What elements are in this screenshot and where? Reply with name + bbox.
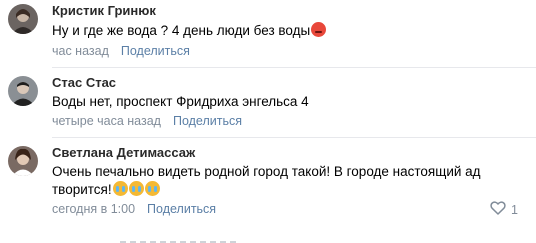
comment-text-line2-body: творится! bbox=[52, 182, 112, 197]
avatar[interactable] bbox=[8, 146, 38, 176]
avatar[interactable] bbox=[8, 76, 38, 106]
timestamp[interactable]: час назад bbox=[52, 44, 109, 58]
crying-face-icon bbox=[128, 181, 144, 196]
comment-3: Светлана Детимассаж Очень печально видет… bbox=[0, 142, 536, 222]
share-link[interactable]: Поделиться bbox=[173, 114, 242, 128]
author-name[interactable]: Стас Стас bbox=[52, 75, 116, 90]
comment-text-line1: Очень печально видеть родной город такой… bbox=[52, 164, 481, 179]
comment-text-body: Ну и где же вода ? 4 день люди без воды bbox=[52, 23, 311, 38]
comment-meta: час назад Поделиться bbox=[52, 44, 190, 58]
divider bbox=[52, 67, 536, 68]
cutoff-next-comment bbox=[120, 238, 240, 243]
author-name[interactable]: Светлана Детимассаж bbox=[52, 145, 195, 160]
crying-face-icon bbox=[112, 181, 128, 196]
timestamp[interactable]: сегодня в 1:00 bbox=[52, 202, 135, 216]
comment-meta: сегодня в 1:00 Поделиться bbox=[52, 202, 216, 216]
angry-face-icon bbox=[311, 22, 327, 37]
comment-text-line2: творится! bbox=[52, 180, 472, 200]
avatar[interactable] bbox=[8, 4, 38, 34]
divider bbox=[52, 137, 536, 138]
timestamp[interactable]: четыре часа назад bbox=[52, 114, 161, 128]
comment-text: Ну и где же вода ? 4 день люди без воды bbox=[52, 21, 472, 41]
comment-2: Стас Стас Воды нет, проспект Фридриха эн… bbox=[0, 72, 536, 134]
share-link[interactable]: Поделиться bbox=[147, 202, 216, 216]
comment-text: Воды нет, проспект Фридриха энгельса 4 bbox=[52, 94, 309, 109]
like-count: 1 bbox=[511, 202, 518, 217]
comment-1: Кристик Гринюк Ну и где же вода ? 4 день… bbox=[0, 0, 536, 62]
comment-meta: четыре часа назад Поделиться bbox=[52, 114, 242, 128]
author-name[interactable]: Кристик Гринюк bbox=[52, 3, 156, 18]
like-button[interactable]: 1 bbox=[490, 201, 518, 218]
heart-icon bbox=[490, 201, 506, 218]
crying-face-icon bbox=[144, 181, 160, 196]
share-link[interactable]: Поделиться bbox=[121, 44, 190, 58]
